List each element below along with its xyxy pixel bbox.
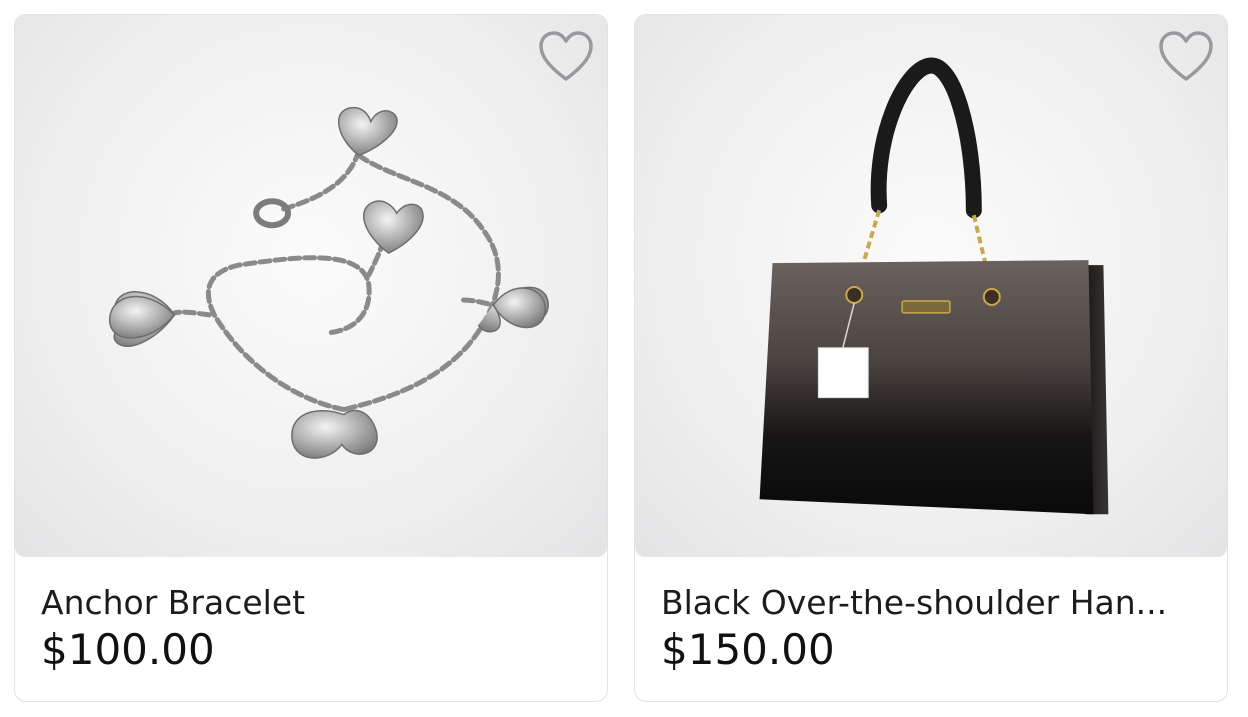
product-card[interactable]: Anchor Bracelet $100.00 bbox=[14, 14, 608, 702]
heart-outline-icon bbox=[539, 31, 593, 81]
product-grid: Anchor Bracelet $100.00 Black Over-the-s… bbox=[14, 14, 1228, 702]
product-name[interactable]: Black Over-the-shoulder Han... bbox=[661, 581, 1207, 625]
product-price: $150.00 bbox=[661, 625, 835, 674]
favorite-button[interactable] bbox=[1157, 29, 1215, 85]
product-info: Anchor Bracelet $100.00 bbox=[41, 581, 587, 675]
product-price: $100.00 bbox=[41, 625, 215, 674]
product-image[interactable] bbox=[635, 15, 1227, 557]
handbag-image bbox=[759, 57, 1109, 515]
product-image[interactable] bbox=[15, 15, 607, 557]
product-name[interactable]: Anchor Bracelet bbox=[41, 581, 587, 625]
product-info: Black Over-the-shoulder Han... $150.00 bbox=[661, 581, 1207, 675]
product-card[interactable]: Black Over-the-shoulder Han... $150.00 bbox=[634, 14, 1228, 702]
favorite-button[interactable] bbox=[537, 29, 595, 85]
bracelet-image bbox=[108, 106, 549, 459]
heart-outline-icon bbox=[1159, 31, 1213, 81]
